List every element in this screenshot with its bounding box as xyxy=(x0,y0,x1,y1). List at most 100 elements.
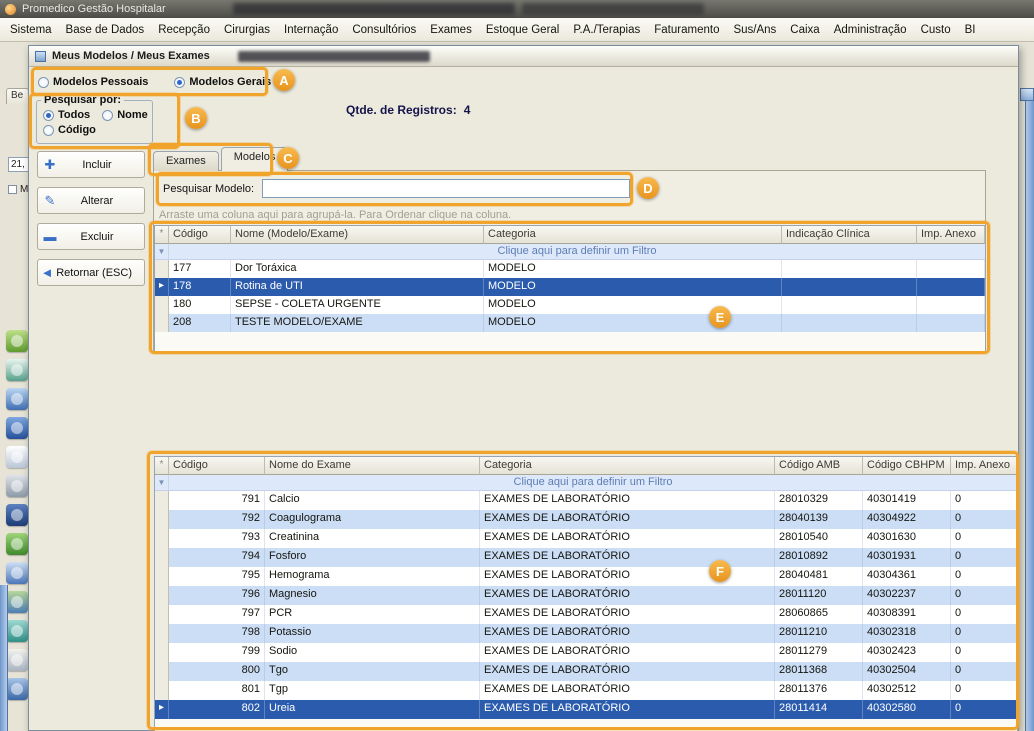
cell: 28010540 xyxy=(775,529,863,548)
scrollbar-up-button[interactable] xyxy=(1020,88,1034,101)
filter-row[interactable]: ▼ Clique aqui para definir um Filtro xyxy=(155,244,985,260)
column-header-categoria[interactable]: Categoria xyxy=(484,226,782,244)
models-table: * Código Nome (Modelo/Exame) Categoria I… xyxy=(154,225,986,352)
radio-modelos-gerais[interactable]: Modelos Gerais xyxy=(174,76,271,88)
herb-icon[interactable] xyxy=(6,330,28,352)
menu-item-recepcao[interactable]: Recepção xyxy=(151,21,217,39)
column-header-codigo[interactable]: Código xyxy=(169,226,231,244)
menu-item-cirurgias[interactable]: Cirurgias xyxy=(217,21,277,39)
radio-icon[interactable] xyxy=(102,110,113,121)
column-header-imp-anexo[interactable]: Imp. Anexo xyxy=(951,457,1017,475)
table-row[interactable]: 792CoagulogramaEXAMES DE LABORATÓRIO2804… xyxy=(155,510,1017,529)
radio-icon[interactable] xyxy=(38,77,49,88)
radio-todos[interactable]: Todos xyxy=(43,109,90,121)
menu-item-administracao[interactable]: Administração xyxy=(827,21,914,39)
cell: EXAMES DE LABORATÓRIO xyxy=(480,605,775,624)
table-row[interactable]: 791CalcioEXAMES DE LABORATÓRIO2801032940… xyxy=(155,491,1017,510)
pencil-icon[interactable] xyxy=(6,562,28,584)
table-row[interactable]: 793CreatininaEXAMES DE LABORATÓRIO280105… xyxy=(155,529,1017,548)
table-row[interactable]: 798PotassioEXAMES DE LABORATÓRIO28011210… xyxy=(155,624,1017,643)
menu-item-base-de-dados[interactable]: Base de Dados xyxy=(59,21,152,39)
checklist-icon[interactable] xyxy=(6,446,28,468)
column-header-categoria[interactable]: Categoria xyxy=(480,457,775,475)
table-row[interactable]: ▸802UreiaEXAMES DE LABORATÓRIO2801141440… xyxy=(155,700,1017,719)
menu-item-caixa[interactable]: Caixa xyxy=(783,21,826,39)
menu-item-faturamento[interactable]: Faturamento xyxy=(647,21,726,39)
row-indicator: ▸ xyxy=(155,700,169,719)
annotation-badge-e: E xyxy=(709,306,731,328)
search-model-input[interactable] xyxy=(262,179,630,198)
alterar-button[interactable]: ✎ Alterar xyxy=(37,187,145,214)
column-header-codigo-amb[interactable]: Código AMB xyxy=(775,457,863,475)
column-header-imp-anexo[interactable]: Imp. Anexo xyxy=(917,226,985,244)
menu-item-custo[interactable]: Custo xyxy=(914,21,958,39)
window-header[interactable]: Meus Modelos / Meus Exames xyxy=(29,46,1018,67)
incluir-button[interactable]: ✚ Incluir xyxy=(37,151,145,178)
radio-modelos-pessoais[interactable]: Modelos Pessoais xyxy=(38,76,148,88)
cell: 792 xyxy=(169,510,265,529)
radio-nome[interactable]: Nome xyxy=(102,109,148,121)
background-tab-fragment[interactable]: Be xyxy=(6,88,29,104)
column-header-indicacao-clinica[interactable]: Indicação Clínica xyxy=(782,226,917,244)
table-row[interactable]: 177Dor ToráxicaMODELO xyxy=(155,260,985,278)
menu-item-sus-ans[interactable]: Sus/Ans xyxy=(726,21,783,39)
excluir-button[interactable]: ▬ Excluir xyxy=(37,223,145,250)
patient-icon[interactable] xyxy=(6,388,28,410)
cell: 0 xyxy=(951,662,1017,681)
cell: EXAMES DE LABORATÓRIO xyxy=(480,529,775,548)
table-row[interactable]: 208TESTE MODELO/EXAMEMODELO xyxy=(155,314,985,332)
menu-item-exames[interactable]: Exames xyxy=(423,21,479,39)
button-label: Incluir xyxy=(62,159,144,171)
cell: EXAMES DE LABORATÓRIO xyxy=(480,700,775,719)
table-row[interactable]: 796MagnesioEXAMES DE LABORATÓRIO28011120… xyxy=(155,586,1017,605)
radio-label: Nome xyxy=(117,109,148,121)
radio-icon[interactable] xyxy=(43,125,54,136)
table-row[interactable]: 801TgpEXAMES DE LABORATÓRIO2801137640302… xyxy=(155,681,1017,700)
document-edit-icon[interactable] xyxy=(6,649,28,671)
tab-exames[interactable]: Exames xyxy=(153,151,219,171)
globe-green-icon[interactable] xyxy=(6,533,28,555)
radio-selected-icon[interactable] xyxy=(43,110,54,121)
menu-item-consultorios[interactable]: Consultórios xyxy=(345,21,423,39)
column-header-codigo[interactable]: Código xyxy=(169,457,265,475)
table-row[interactable]: 797PCREXAMES DE LABORATÓRIO2806086540308… xyxy=(155,605,1017,624)
radio-selected-icon[interactable] xyxy=(174,77,185,88)
table-row[interactable]: 794FosforoEXAMES DE LABORATÓRIO280108924… xyxy=(155,548,1017,567)
background-field-fragment[interactable]: 21, xyxy=(8,157,29,172)
menu-item-internacao[interactable]: Internação xyxy=(277,21,345,39)
column-header-nome-do-exame[interactable]: Nome do Exame xyxy=(265,457,480,475)
filter-row[interactable]: ▼ Clique aqui para definir um Filtro xyxy=(155,475,1017,491)
background-checkbox-fragment[interactable]: M xyxy=(8,184,28,195)
book-icon[interactable] xyxy=(6,417,28,439)
record-indicator-column-header[interactable]: * xyxy=(155,457,169,475)
column-header-codigo-cbhpm[interactable]: Código CBHPM xyxy=(863,457,951,475)
table-row[interactable]: 799SodioEXAMES DE LABORATÓRIO28011279403… xyxy=(155,643,1017,662)
menu-item-bi[interactable]: BI xyxy=(958,21,983,39)
cell: 28060865 xyxy=(775,605,863,624)
menu-item-sistema[interactable]: Sistema xyxy=(3,21,59,39)
menu-item-pa-terapias[interactable]: P.A./Terapias xyxy=(566,21,647,39)
table-row[interactable]: 800TgoEXAMES DE LABORATÓRIO2801136840302… xyxy=(155,662,1017,681)
record-indicator-column-header[interactable]: * xyxy=(155,226,169,244)
user-search-icon[interactable] xyxy=(6,678,28,700)
doctor-icon[interactable] xyxy=(6,359,28,381)
globe-dark-icon[interactable] xyxy=(6,504,28,526)
world-mail-icon[interactable] xyxy=(6,620,28,642)
cell: Potassio xyxy=(265,624,480,643)
table-row[interactable]: ▸178Rotina de UTIMODELO xyxy=(155,278,985,296)
cell: 40301931 xyxy=(863,548,951,567)
table-row[interactable]: 795HemogramaEXAMES DE LABORATÓRIO2804048… xyxy=(155,567,1017,586)
radio-codigo[interactable]: Código xyxy=(43,124,96,136)
retornar-button[interactable]: ◄ Retornar (ESC) xyxy=(37,259,145,286)
cell: 28011210 xyxy=(775,624,863,643)
menu-item-estoque-geral[interactable]: Estoque Geral xyxy=(479,21,567,39)
checkbox-icon[interactable] xyxy=(8,185,17,194)
table-row[interactable]: 180SEPSE - COLETA URGENTEMODELO xyxy=(155,296,985,314)
right-scrollbar-strip[interactable] xyxy=(1025,88,1034,731)
meus-modelos-window: Meus Modelos / Meus Exames Modelos Pesso… xyxy=(28,45,1019,731)
column-header-nome[interactable]: Nome (Modelo/Exame) xyxy=(231,226,484,244)
users-icon[interactable] xyxy=(6,591,28,613)
filter-row-text: Clique aqui para definir um Filtro xyxy=(169,475,1017,490)
printer-icon[interactable] xyxy=(6,475,28,497)
cell: 0 xyxy=(951,681,1017,700)
